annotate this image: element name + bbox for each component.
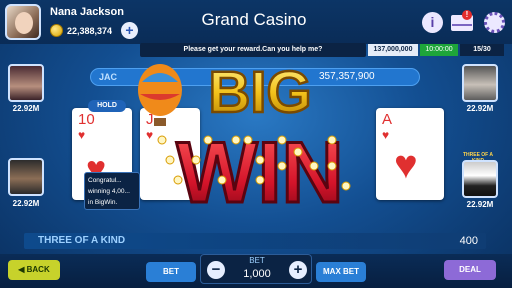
plus-icon[interactable]: + — [289, 261, 307, 279]
hand-name: THREE OF A KIND — [38, 235, 126, 246]
opponent-amount-1: 22.92M — [12, 104, 40, 113]
card-5[interactable]: A ♥ ♥ — [376, 108, 444, 200]
page-title: Grand Casino — [201, 10, 307, 29]
opponent-amount-2: 22.92M — [12, 199, 40, 208]
max-bet-button[interactable]: MAX BET — [316, 262, 366, 282]
opponent-avatar-3[interactable] — [462, 64, 498, 102]
timer: 10:00:00 — [420, 44, 458, 56]
heart-icon: ♥ — [382, 128, 390, 142]
bet-stepper: − BET 1,000 + — [200, 254, 312, 284]
bet-button[interactable]: BET — [146, 262, 196, 282]
opponent-amount-3: 22.92M — [466, 104, 494, 113]
deal-button[interactable]: DEAL — [444, 260, 496, 280]
mail-badge: ! — [462, 10, 472, 20]
opponent-avatar-2[interactable] — [8, 158, 44, 196]
coin-balance: 22,388,374 — [67, 26, 113, 36]
jackpot-label: JAC — [99, 72, 118, 82]
round-counter: 15/30 — [460, 44, 504, 56]
back-label: BACK — [26, 265, 50, 274]
heart-icon: ♥ — [394, 143, 418, 187]
back-button[interactable]: ◀ BACK — [8, 260, 60, 280]
opponent-amount-4: 22.92M — [466, 200, 494, 209]
card-rank: A — [382, 111, 393, 128]
gear-icon[interactable] — [484, 12, 505, 33]
add-coins-button[interactable]: + — [121, 22, 138, 39]
hot-air-balloon-icon — [138, 64, 182, 126]
heart-icon: ♥ — [78, 128, 86, 142]
big-text: BIG — [208, 60, 311, 125]
card-rank: 10 — [78, 111, 95, 128]
win-text: WIN — [176, 125, 343, 218]
opponent-avatar-1[interactable] — [8, 64, 44, 102]
hand-result-bar: THREE OF A KIND 400 — [24, 233, 486, 249]
back-arrow-icon: ◀ — [18, 265, 27, 274]
hand-payout: 400 — [459, 235, 478, 247]
opponent-avatar-4[interactable] — [462, 160, 498, 198]
info-icon[interactable]: i — [422, 12, 443, 33]
hold-badge: HOLD — [88, 100, 126, 112]
jackpot-total: 137,000,000 — [368, 44, 418, 56]
reward-message: Please get your reward.Can you help me? — [140, 43, 366, 57]
coin-icon — [50, 24, 63, 37]
player-name: Nana Jackson — [50, 6, 124, 18]
player-avatar[interactable] — [5, 4, 41, 40]
big-win-banner: BIG WIN — [138, 59, 351, 218]
